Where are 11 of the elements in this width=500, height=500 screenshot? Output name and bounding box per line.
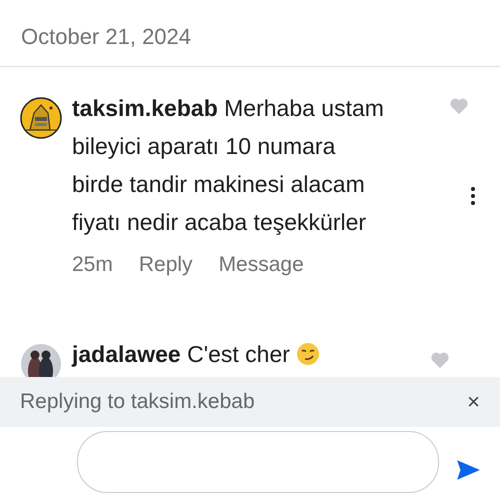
comment-text: jadalawee C'est cher bbox=[72, 335, 430, 373]
close-button[interactable]: × bbox=[467, 389, 480, 415]
post-date: October 21, 2024 bbox=[20, 23, 192, 51]
comment-action-link[interactable]: Reply bbox=[138, 253, 193, 277]
more-options-icon[interactable] bbox=[471, 187, 475, 205]
comment-input-field[interactable] bbox=[77, 431, 439, 493]
comment-action-link[interactable]: Message bbox=[218, 253, 304, 277]
comment-time: 25m bbox=[72, 253, 113, 277]
emoji-icon bbox=[296, 342, 320, 366]
replying-to-text: Replying to taksim.kebab bbox=[20, 390, 255, 414]
comment-text: taksim.kebab Merhaba ustam bileyici aparatı 10 numara birde tandir makinesi alacam fiyatı nedir acaba teşekkürler bbox=[72, 94, 385, 237]
